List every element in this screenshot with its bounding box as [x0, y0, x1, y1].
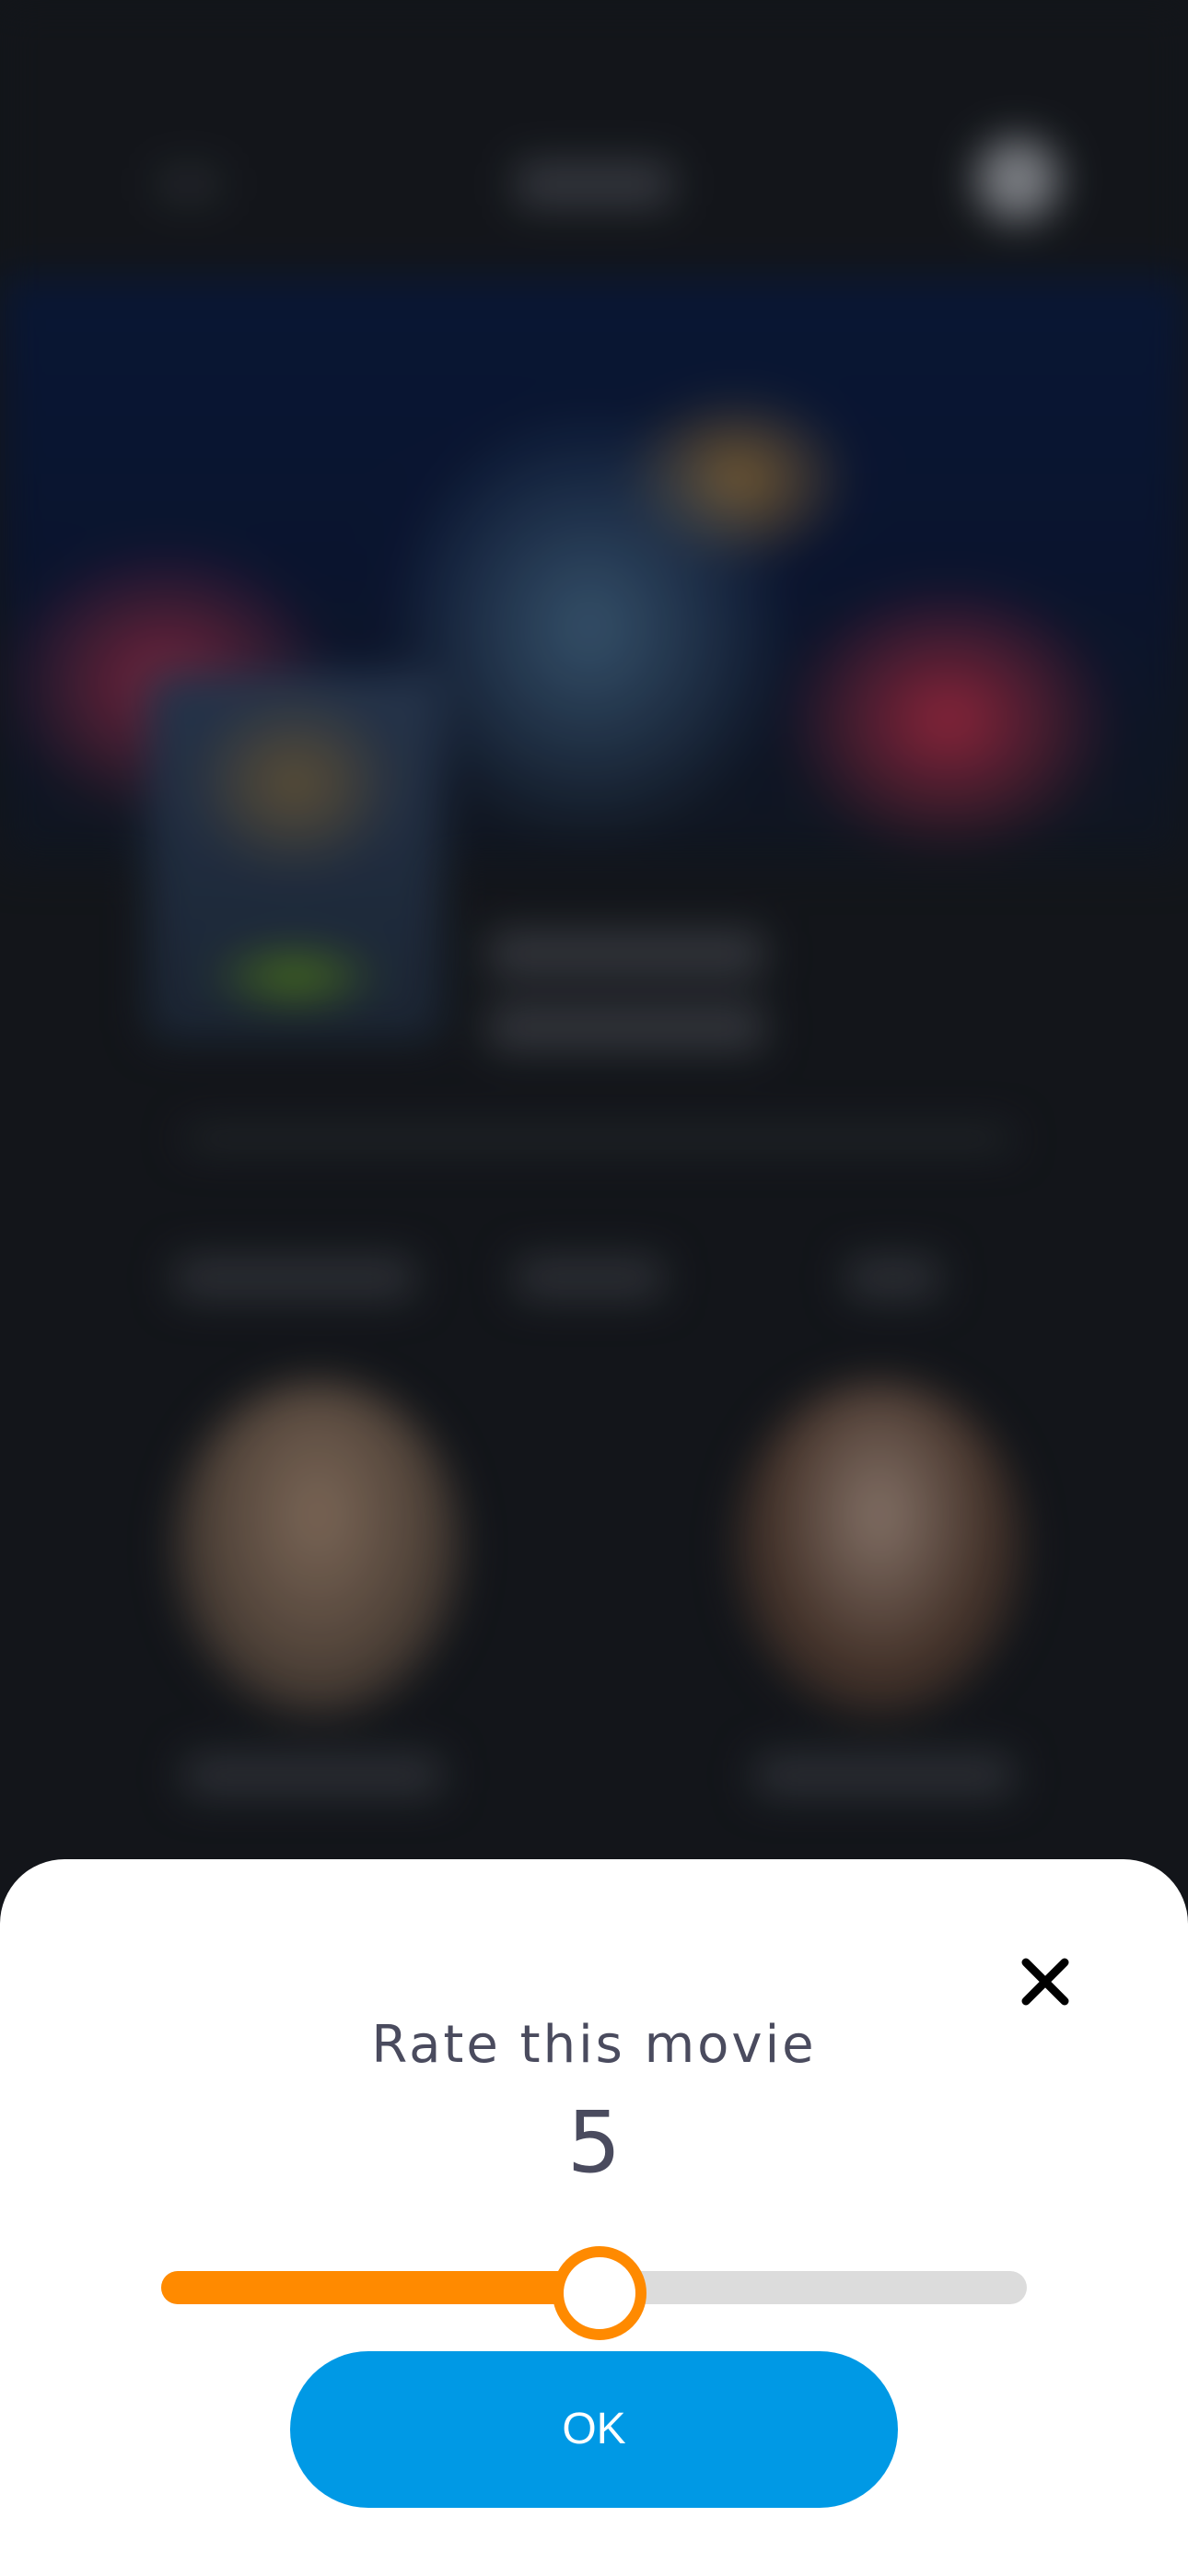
rating-bottom-sheet: Rate this movie 5 OK [0, 1859, 1188, 2576]
ok-button[interactable]: OK [290, 2351, 898, 2508]
rating-value: 5 [566, 2093, 622, 2192]
app-screen: Rate this movie 5 OK [0, 0, 1188, 2576]
close-icon [1021, 1958, 1069, 2006]
slider-fill [161, 2271, 594, 2304]
close-button[interactable] [1013, 1950, 1077, 2014]
dialog-title: Rate this movie [371, 2015, 817, 2075]
slider-thumb[interactable] [553, 2246, 646, 2340]
rating-slider[interactable] [161, 2246, 1027, 2340]
